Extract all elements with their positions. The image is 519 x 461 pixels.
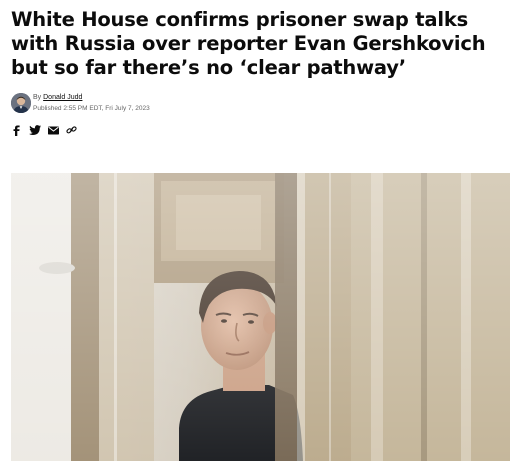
article-page: White House confirms prisoner swap talks… [0,0,519,461]
author-link[interactable]: Donald Judd [43,94,82,101]
share-bar [11,124,77,136]
published-timestamp: Published 2:55 PM EDT, Fri July 7, 2023 [33,105,150,112]
byline-prefix: By [33,94,42,101]
facebook-icon[interactable] [11,124,23,136]
email-icon[interactable] [47,124,59,136]
twitter-icon[interactable] [29,124,41,136]
article-headline: White House confirms prisoner swap talks… [11,8,486,79]
link-icon[interactable] [65,124,77,136]
author-avatar[interactable] [11,93,31,113]
article-hero-image [11,173,510,461]
byline-text: By Donald Judd Published 2:55 PM EDT, Fr… [33,93,333,113]
byline-author-line: By Donald Judd [33,93,333,103]
